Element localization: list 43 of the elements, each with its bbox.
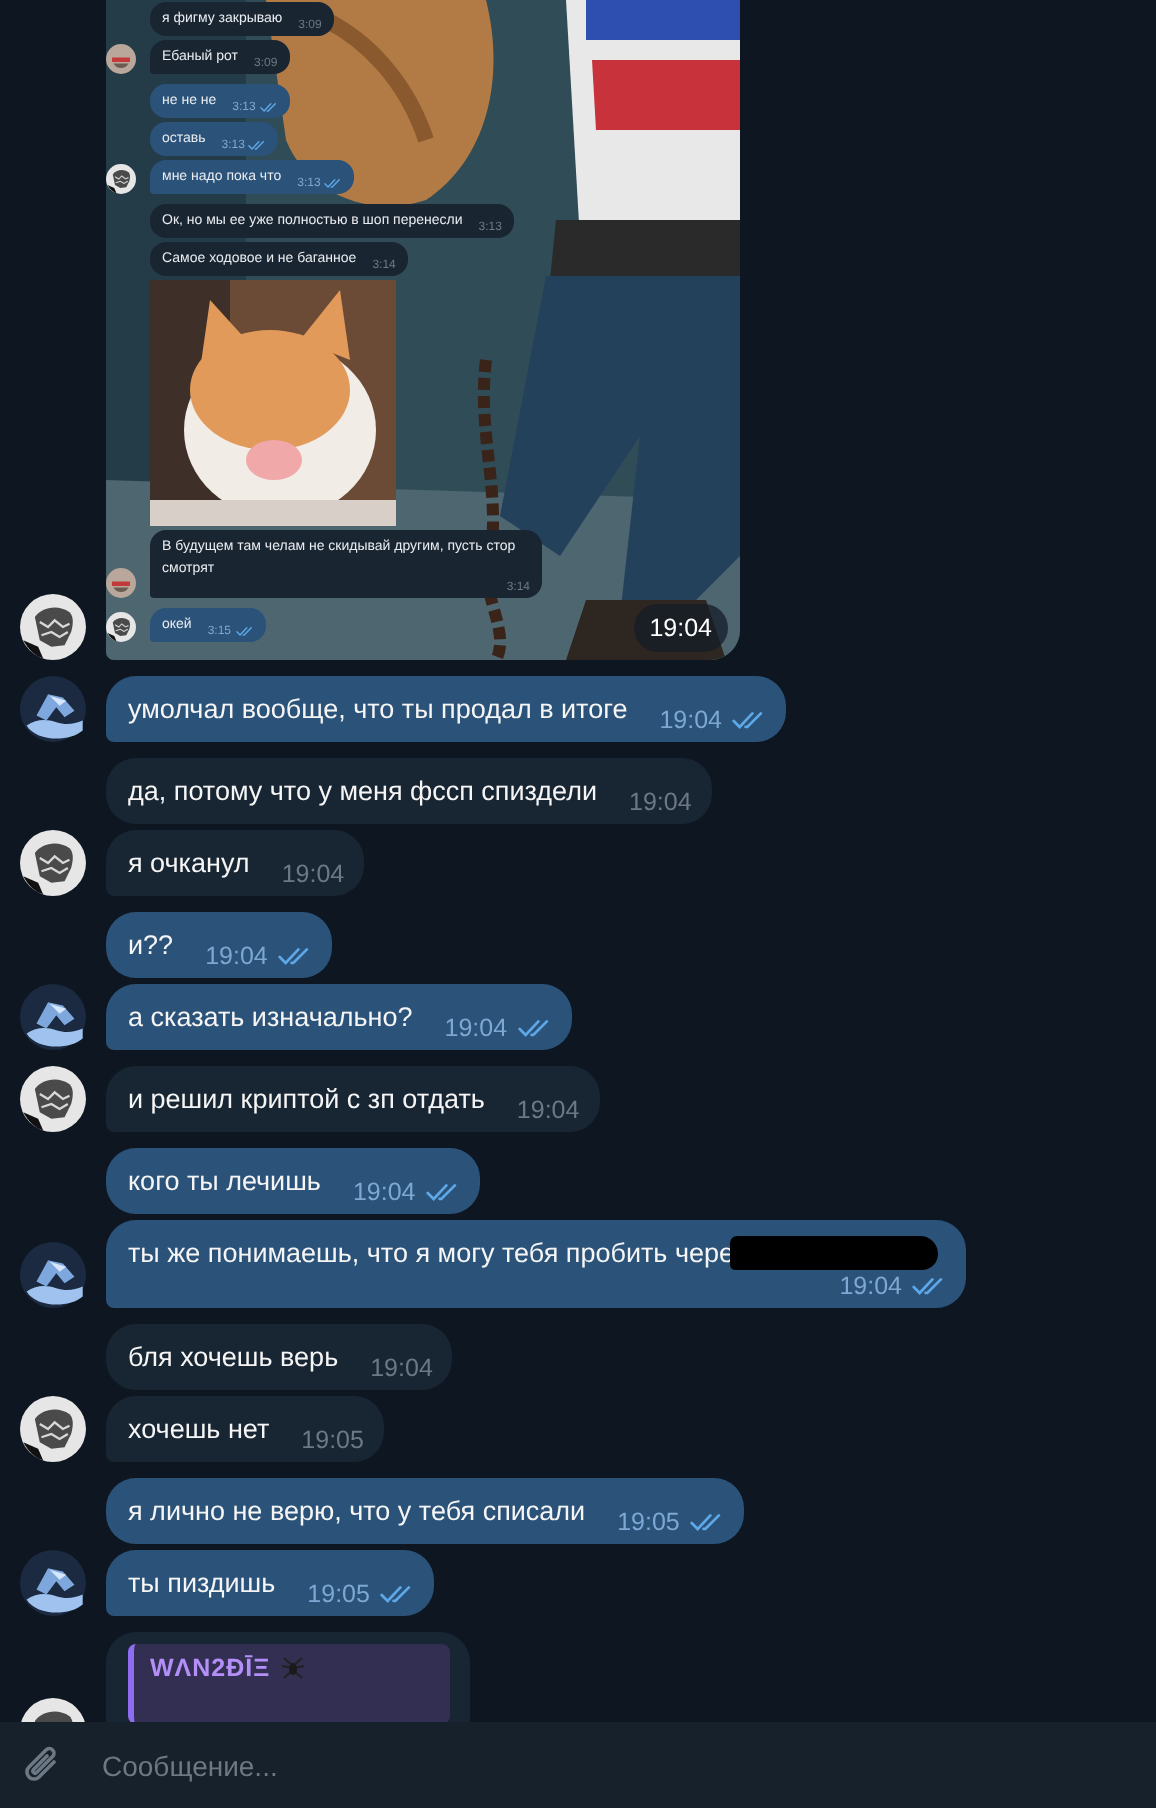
message-time: 19:04 — [370, 1354, 433, 1382]
message-text: я очканул — [128, 848, 250, 878]
message-text: я лично не верю, что у тебя списали — [128, 1496, 586, 1526]
double-check-icon — [517, 1017, 552, 1039]
message-time: 19:04 — [205, 942, 268, 970]
message-text: а сказать изначально? — [128, 1002, 413, 1032]
avatar[interactable] — [20, 830, 86, 896]
double-check-icon — [379, 1583, 414, 1605]
avatar[interactable] — [20, 1550, 86, 1616]
message-text: да, потому что у меня фссп спиздели — [128, 776, 598, 806]
message-time: 19:04 — [839, 1272, 902, 1300]
double-check-icon — [912, 1275, 946, 1297]
avatar[interactable] — [20, 1396, 86, 1462]
spider-icon — [280, 1654, 307, 1680]
message-field[interactable]: Сообщение... — [0, 1722, 1156, 1808]
message-time: 19:04 — [281, 860, 345, 888]
message-input[interactable]: Сообщение... — [98, 1733, 1136, 1797]
avatar[interactable] — [20, 594, 86, 660]
avatar[interactable] — [20, 1242, 86, 1308]
double-check-icon — [425, 1181, 460, 1203]
message-text: и?? — [128, 930, 174, 960]
message-time: 19:04 — [629, 788, 692, 816]
avatar[interactable] — [20, 676, 86, 742]
double-check-icon — [732, 709, 766, 731]
quote-author: WΛN2ĐĪΞ — [150, 1654, 271, 1684]
avatar[interactable] — [20, 1066, 86, 1132]
message-text: кого ты лечишь — [128, 1166, 321, 1196]
message-text: умолчал вообще, что ты продал в итоге — [128, 694, 628, 724]
message-time: 19:04 — [516, 1096, 580, 1124]
avatar[interactable] — [20, 984, 86, 1050]
quote-block[interactable]: WΛN2ĐĪΞ — [128, 1644, 450, 1722]
message-text: и решил криптой с зп отдать — [128, 1084, 485, 1114]
message-time: 19:04 — [659, 706, 722, 734]
double-check-icon — [277, 945, 312, 967]
message-time: 19:05 — [307, 1580, 370, 1608]
message-text: хочешь нет — [128, 1414, 270, 1444]
message-time: 19:04 — [444, 1014, 508, 1042]
message-time: 19:05 — [301, 1426, 364, 1454]
message-time: 19:05 — [617, 1508, 680, 1536]
message-text: бля хочешь верь — [128, 1342, 339, 1372]
message-text: ты пиздишь — [128, 1568, 276, 1598]
double-check-icon — [689, 1511, 724, 1533]
message-time: 19:04 — [352, 1178, 416, 1206]
